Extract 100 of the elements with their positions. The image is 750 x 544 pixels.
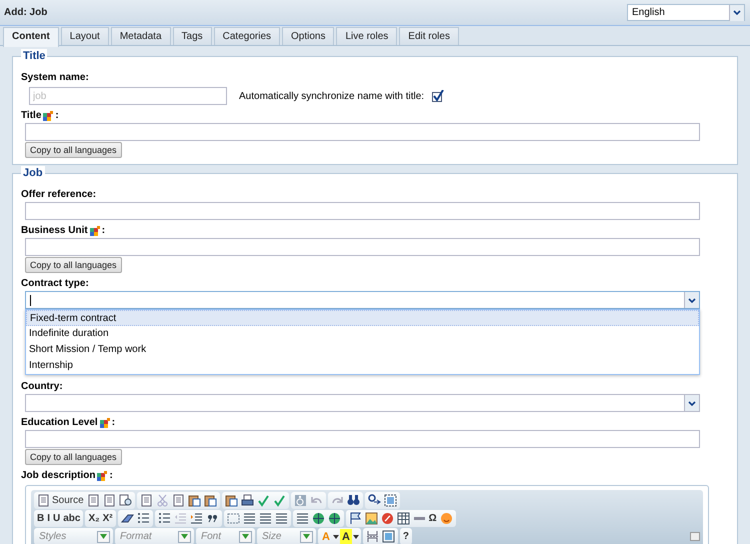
triangle-down-icon[interactable] [352, 534, 359, 538]
checkbox-label: Automatically synchronize name with title: [239, 90, 424, 104]
dropdown-option[interactable]: Fixed-term contract [26, 310, 699, 326]
toolbar-button[interactable]: Ω [428, 511, 438, 526]
triangle-down-icon [181, 534, 188, 539]
toolbar-button[interactable] [138, 493, 154, 508]
toolbar-button[interactable] [188, 511, 204, 526]
tab[interactable]: Metadata [110, 27, 171, 45]
page-break-icon [366, 530, 379, 543]
label-colon: : [55, 109, 59, 123]
toolbar-button[interactable] [258, 511, 273, 526]
toolbar-button[interactable] [156, 511, 172, 526]
toolbar-button[interactable]: X² [102, 511, 114, 526]
tab[interactable]: Options [282, 27, 334, 45]
label-colon: : [102, 224, 106, 238]
wheelchair-icon [294, 494, 307, 507]
multilingual-icon [100, 418, 110, 428]
dropdown-option[interactable]: Short Mission / Temp work [26, 342, 699, 358]
toolbar-button[interactable] [102, 493, 117, 508]
flag-icon [348, 512, 362, 525]
toolbar-button[interactable] [274, 511, 289, 526]
toolbar-button[interactable]: ? [402, 529, 410, 544]
triangle-down-icon [303, 534, 310, 539]
toolbar-button[interactable] [240, 493, 255, 508]
chevron-down-icon [687, 398, 697, 408]
globe-icon [328, 512, 341, 525]
page-icon [172, 494, 185, 507]
input-field[interactable]: job [29, 87, 227, 105]
combo-placeholder: Font [201, 530, 222, 544]
toolbar-button[interactable]: I [46, 511, 52, 526]
toolbar-button[interactable] [364, 529, 380, 544]
language-select[interactable]: English [627, 4, 745, 21]
tab[interactable]: Content [3, 27, 59, 47]
multilingual-icon [43, 110, 54, 120]
replace-icon [368, 494, 381, 507]
tab[interactable]: Layout [60, 27, 109, 45]
toolbar-button[interactable] [86, 493, 101, 508]
field-label: Business Unit [21, 224, 88, 238]
multilingual-icon [97, 470, 108, 480]
multilingual-icon [90, 226, 100, 236]
combo-placeholder: Styles [39, 530, 66, 544]
checkbox[interactable] [432, 90, 444, 102]
toolbar-button[interactable] [136, 511, 151, 526]
field-label: Offer reference: [21, 188, 96, 202]
combo-placeholder: Size [262, 530, 282, 544]
toolbar-button[interactable] [348, 511, 363, 526]
printer-icon [240, 494, 254, 507]
div-icon [226, 512, 240, 525]
triangle-down-icon [242, 534, 249, 539]
page-icon [102, 494, 116, 507]
toolbar-button[interactable]: B [36, 511, 46, 526]
clipboard-icon [224, 494, 238, 507]
toolbar-button[interactable] [326, 511, 342, 526]
label-colon: : [112, 416, 116, 430]
toolbar-button[interactable] [382, 493, 398, 508]
label-colon: : [109, 469, 113, 483]
toolbar-button[interactable] [224, 493, 239, 508]
toolbar-button[interactable] [438, 511, 454, 526]
field-label: Country: [21, 380, 63, 394]
toolbar-button[interactable]: U [52, 511, 62, 526]
input-field[interactable] [25, 238, 700, 256]
dropdown-option[interactable]: Indefinite duration [26, 326, 699, 342]
copy-button[interactable]: Copy to all languages [25, 142, 122, 158]
toolbar-button[interactable] [202, 493, 218, 508]
toolbar-button[interactable] [170, 493, 186, 508]
toolbar-button[interactable] [310, 511, 326, 526]
toolbar-button[interactable] [364, 511, 379, 526]
page-icon [37, 494, 50, 507]
spellcheck-icon [272, 494, 286, 507]
combo-box[interactable] [25, 291, 700, 309]
toolbar-button[interactable] [380, 511, 395, 526]
tab[interactable]: Tags [172, 27, 212, 45]
toolbar-button[interactable] [186, 493, 202, 508]
triangle-down-icon[interactable] [332, 534, 339, 538]
copy-button[interactable]: Copy to all languages [25, 449, 122, 465]
field-label: Education Level [21, 416, 98, 430]
align-icon [296, 512, 309, 525]
indent-icon [190, 512, 203, 525]
tab[interactable]: Categories [214, 27, 280, 45]
input-field[interactable] [25, 202, 700, 220]
dropdown-option[interactable]: Internship [26, 358, 699, 374]
page-icon [86, 494, 100, 507]
copy-button[interactable]: Copy to all languages [25, 257, 122, 273]
toolbar-button[interactable] [396, 511, 411, 526]
field-label: Contract type: [21, 277, 89, 291]
input-field[interactable] [25, 430, 700, 448]
tab[interactable]: Live roles [336, 27, 398, 45]
toolbar-button[interactable] [242, 511, 257, 526]
toolbar-button[interactable] [346, 493, 361, 508]
tab[interactable]: Edit roles [399, 27, 459, 45]
binoculars-icon [346, 494, 360, 507]
color-button[interactable]: A [340, 529, 352, 544]
toolbar-button[interactable] [294, 511, 310, 526]
input-field[interactable] [25, 123, 700, 141]
list-icon [158, 512, 171, 525]
toolbar-button[interactable]: abc [62, 511, 82, 526]
toolbar-button[interactable]: X₂ [87, 511, 101, 526]
toolbar-button[interactable] [118, 493, 133, 508]
toolbar-button[interactable] [380, 529, 396, 544]
clipboard-icon [188, 494, 201, 507]
